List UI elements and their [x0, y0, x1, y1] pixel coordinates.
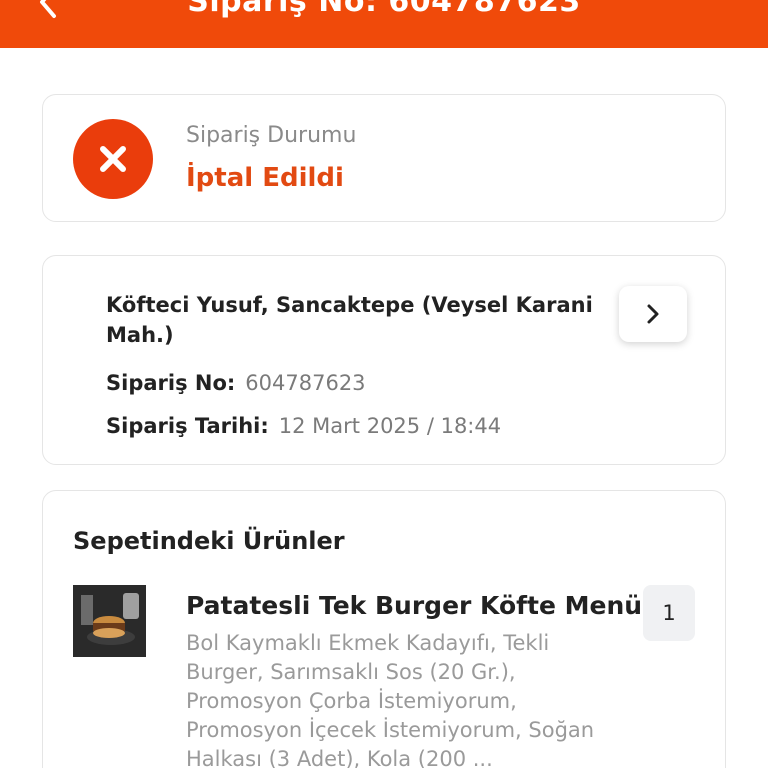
order-number-label: Sipariş No:: [106, 371, 236, 395]
status-label: Sipariş Durumu: [186, 123, 357, 148]
order-info-card[interactable]: Köfteci Yusuf, Sancaktepe (Veysel Karani…: [42, 255, 726, 465]
product-description: Bol Kaymaklı Ekmek Kadayıfı, Tekli Burge…: [186, 631, 595, 768]
basket-heading: Sepetindeki Ürünler: [73, 527, 345, 555]
status-value: İptal Edildi: [186, 163, 344, 193]
order-status-card: Sipariş Durumu İptal Edildi: [42, 94, 726, 222]
order-number-row: Sipariş No: 604787623: [106, 371, 366, 395]
order-date-value: 12 Mart 2025 / 18:44: [278, 414, 502, 438]
chevron-right-icon: [647, 304, 659, 324]
app-header: Sipariş No: 604787623: [0, 0, 768, 48]
order-number-value: 604787623: [245, 371, 366, 395]
restaurant-detail-button[interactable]: [619, 286, 687, 342]
page-title: Sipariş No: 604787623: [187, 0, 581, 19]
order-date-row: Sipariş Tarihi: 12 Mart 2025 / 18:44: [106, 414, 501, 438]
close-icon: [100, 146, 126, 172]
product-name: Patatesli Tek Burger Köfte Menü: [186, 591, 643, 620]
basket-items-card: Sepetindeki Ürünler Patatesli Tek Burger…: [42, 490, 726, 768]
order-date-label: Sipariş Tarihi:: [106, 414, 269, 438]
quantity-badge: 1: [643, 585, 695, 641]
cancelled-status-icon: [73, 119, 153, 199]
product-image: [73, 585, 146, 657]
restaurant-name[interactable]: Köfteci Yusuf, Sancaktepe (Veysel Karani…: [106, 290, 626, 350]
